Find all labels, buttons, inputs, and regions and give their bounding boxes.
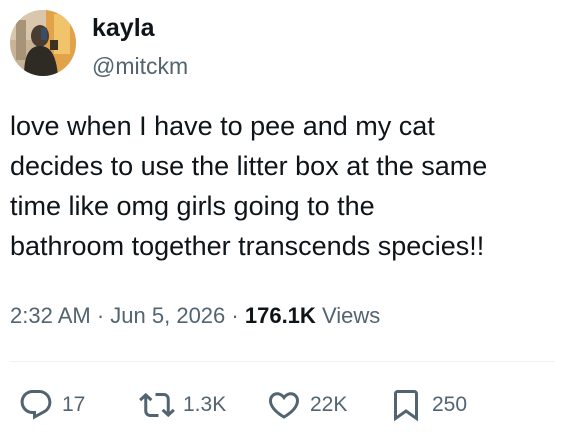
like-button[interactable]: 22K xyxy=(266,385,347,425)
retweet-icon xyxy=(139,392,175,418)
tweet-text-line: bathroom together transcends species!! xyxy=(10,231,485,261)
retweet-count: 1.3K xyxy=(183,393,227,416)
tweet-text-line: decides to use the litter box at the sam… xyxy=(10,151,488,181)
tweet-text-line: love when I have to pee and my cat xyxy=(10,111,435,141)
retweet-button[interactable]: 1.3K xyxy=(139,385,226,425)
reply-count: 17 xyxy=(62,393,86,416)
avatar-image xyxy=(10,10,76,76)
tweet-header: kayla @mitckm xyxy=(10,10,188,79)
reply-button[interactable]: 17 xyxy=(18,385,85,425)
bookmark-button[interactable]: 250 xyxy=(388,385,467,425)
action-bar: 17 1.3K 22K 250 xyxy=(0,385,561,425)
reply-icon xyxy=(20,390,52,420)
tweet-time[interactable]: 2:32 AM xyxy=(10,303,91,328)
author-names: kayla @mitckm xyxy=(92,10,188,80)
meta-separator: · xyxy=(96,303,105,328)
user-handle[interactable]: @mitckm xyxy=(92,52,188,80)
display-name[interactable]: kayla xyxy=(92,14,188,42)
bookmark-count: 250 xyxy=(432,393,468,416)
tweet-text-line: time like omg girls going to the xyxy=(10,191,375,221)
like-count: 22K xyxy=(310,393,348,416)
bookmark-icon xyxy=(394,390,418,422)
divider xyxy=(10,361,555,362)
tweet-text: love when I have to pee and my cat decid… xyxy=(10,106,555,266)
views-count[interactable]: 176.1K xyxy=(245,303,316,328)
avatar[interactable] xyxy=(10,10,76,76)
meta-separator: · xyxy=(231,303,239,328)
heart-icon xyxy=(268,392,300,419)
tweet: kayla @mitckm love when I have to pee an… xyxy=(0,0,561,432)
tweet-date[interactable]: Jun 5, 2026 xyxy=(110,303,225,328)
tweet-meta: 2:32 AM · Jun 5, 2026 · 176.1K Views xyxy=(10,300,380,332)
views-label: Views xyxy=(321,303,381,328)
